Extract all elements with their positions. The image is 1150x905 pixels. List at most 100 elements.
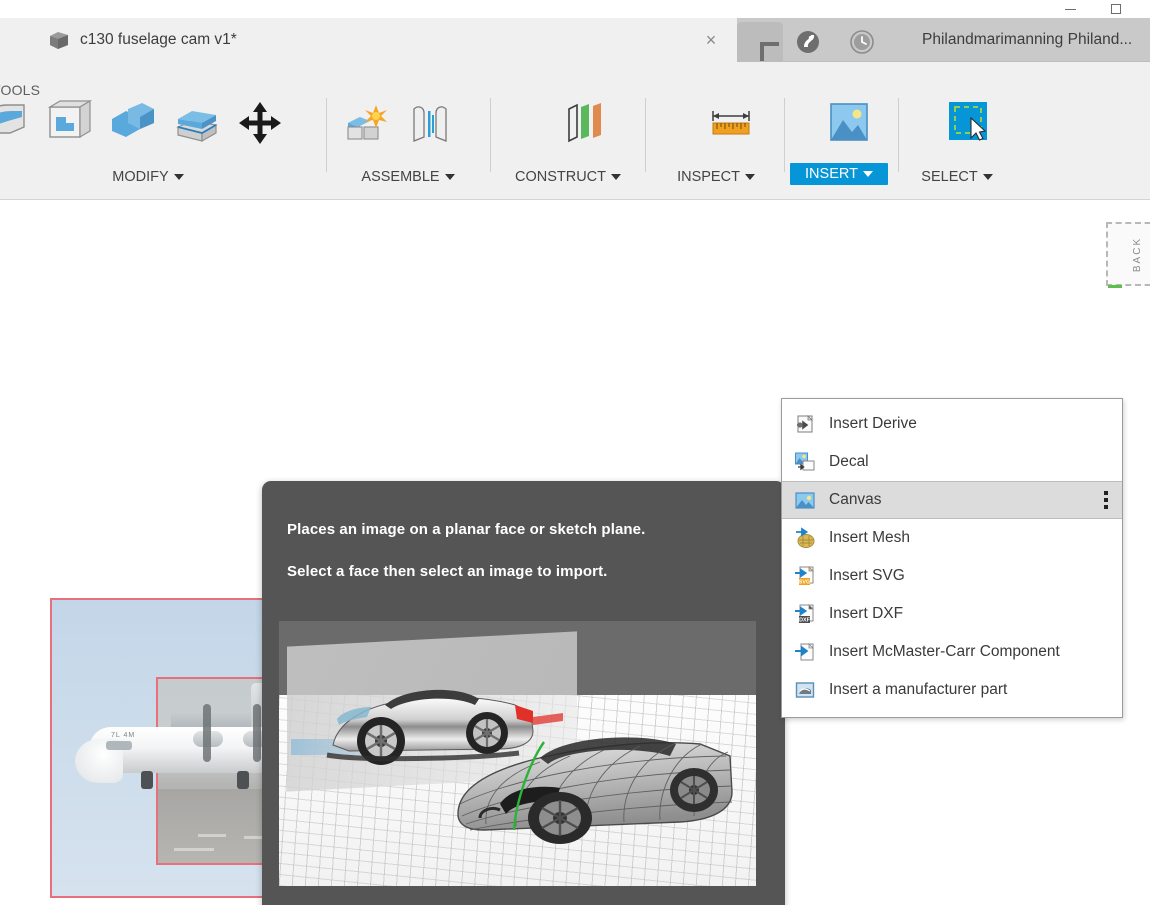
toolbar-label-assemble-text: ASSEMBLE xyxy=(361,169,440,185)
view-cube[interactable]: BACK xyxy=(1106,222,1150,288)
document-title: c130 fuselage cam v1* xyxy=(80,31,237,48)
tooltip-preview-image xyxy=(279,621,756,886)
toolbar-divider xyxy=(326,98,327,172)
toolbar-group-assemble: ASSEMBLE xyxy=(338,94,478,190)
aircraft-landing-gear xyxy=(141,771,153,789)
toolbar-group-insert: INSERT xyxy=(790,94,888,190)
aircraft-cockpit-window xyxy=(106,741,132,750)
insert-manufacturer-part-icon xyxy=(794,679,816,701)
menu-item-decal[interactable]: Decal xyxy=(782,443,1122,481)
menu-item-insert-dxf[interactable]: DXF Insert DXF xyxy=(782,595,1122,633)
insert-mcmaster-icon xyxy=(794,641,816,663)
toolbar-label-construct-text: CONSTRUCT xyxy=(514,169,607,185)
toolbar-label-modify[interactable]: MODIFY xyxy=(0,169,324,185)
fillet-icon[interactable] xyxy=(0,94,32,152)
maximize-icon[interactable] xyxy=(1102,0,1130,18)
toolbar-label-inspect-text: INSPECT xyxy=(677,169,740,185)
canvas-command-tooltip: Places an image on a planar face or sket… xyxy=(262,481,785,905)
view-cube-label: BACK xyxy=(1132,236,1144,272)
toolbar-group-select: SELECT xyxy=(906,94,1008,190)
combine-icon[interactable] xyxy=(104,94,160,152)
menu-item-label: Insert McMaster-Carr Component xyxy=(829,643,1060,660)
insert-dxf-icon: DXF xyxy=(794,603,816,625)
toolbar-divider xyxy=(898,98,899,172)
clock-icon[interactable] xyxy=(846,26,878,58)
menu-item-label: Decal xyxy=(829,453,869,470)
menu-item-label: Insert SVG xyxy=(829,567,905,584)
toolbar-label-insert[interactable]: INSERT xyxy=(790,163,888,185)
tooltip-description-line2: Select a face then select an image to im… xyxy=(287,563,608,580)
chevron-down-icon xyxy=(444,174,455,180)
view-cube-face[interactable]: BACK xyxy=(1106,222,1150,286)
menu-item-insert-manufacturer-part[interactable]: Insert a manufacturer part xyxy=(782,671,1122,709)
tab-bar: c130 fuselage cam v1* × Philandmarimanni… xyxy=(0,18,1150,62)
toolbar-divider xyxy=(784,98,785,172)
toolbar-divider xyxy=(490,98,491,172)
fusion360-window: c130 fuselage cam v1* × Philandmarimanni… xyxy=(0,0,1150,905)
insert-image-icon[interactable] xyxy=(821,94,877,152)
offset-face-icon[interactable] xyxy=(168,94,224,152)
document-tab[interactable]: c130 fuselage cam v1* × xyxy=(0,18,737,62)
design-canvas[interactable]: 7L 4M BACK Places an image on a planar f… xyxy=(0,200,1150,905)
joint-icon[interactable] xyxy=(402,94,458,152)
menu-item-label: Insert a manufacturer part xyxy=(829,681,1008,698)
insert-dropdown-menu[interactable]: Insert Derive Decal Canvas Insert Mesh S… xyxy=(781,398,1123,718)
move-copy-icon[interactable] xyxy=(232,94,288,152)
menu-item-label: Canvas xyxy=(829,491,882,508)
aircraft-propeller xyxy=(203,704,211,762)
chevron-down-icon xyxy=(862,171,873,177)
aircraft-landing-gear xyxy=(237,771,249,789)
menu-item-label: Insert Mesh xyxy=(829,529,910,546)
chevron-down-icon xyxy=(173,174,184,180)
menu-item-insert-mesh[interactable]: Insert Mesh xyxy=(782,519,1122,557)
view-cube-axis-indicator xyxy=(1108,285,1122,288)
runway-marking xyxy=(198,834,226,837)
window-chrome xyxy=(0,0,1150,18)
toolbar-group-inspect: INSPECT xyxy=(658,94,774,190)
svg-text:SVG: SVG xyxy=(799,580,810,586)
fusion-logo-icon[interactable] xyxy=(792,26,824,58)
tooltip-description-line1: Places an image on a planar face or sket… xyxy=(287,521,646,538)
toolbar-label-assemble[interactable]: ASSEMBLE xyxy=(338,169,478,185)
aircraft-livery-text: 7L 4M xyxy=(111,732,136,739)
canvas-icon xyxy=(794,489,816,511)
close-icon[interactable]: × xyxy=(701,30,721,50)
cube-icon xyxy=(48,30,70,50)
new-tab-button[interactable] xyxy=(737,22,783,62)
toolbar-label-construct[interactable]: CONSTRUCT xyxy=(503,169,633,185)
chevron-down-icon xyxy=(611,174,622,180)
new-component-icon[interactable] xyxy=(338,94,394,152)
toolbar-label-modify-text: MODIFY xyxy=(112,169,169,185)
toolbar-label-select-text: SELECT xyxy=(921,169,978,185)
insert-svg-icon: SVG xyxy=(794,565,816,587)
insert-mesh-icon xyxy=(794,527,816,549)
toolbar-group-modify: MODIFY xyxy=(0,94,324,190)
offset-plane-icon[interactable] xyxy=(557,94,613,152)
menu-item-canvas[interactable]: Canvas xyxy=(782,481,1122,519)
svg-text:DXF: DXF xyxy=(799,618,810,624)
minimize-icon[interactable] xyxy=(1056,0,1084,18)
aircraft-propeller xyxy=(253,704,261,762)
menu-item-label: Insert DXF xyxy=(829,605,904,622)
toolbar-group-construct: CONSTRUCT xyxy=(503,94,633,190)
toolbar-label-insert-text: INSERT xyxy=(805,166,858,182)
user-account-label[interactable]: Philandmarimanning Philand... xyxy=(922,31,1132,49)
chevron-down-icon xyxy=(744,174,755,180)
toolbar-label-select[interactable]: SELECT xyxy=(906,169,1008,185)
toolbar-divider xyxy=(645,98,646,172)
menu-item-insert-mcmaster-carr[interactable]: Insert McMaster-Carr Component xyxy=(782,633,1122,671)
decal-icon xyxy=(794,451,816,473)
insert-derive-icon xyxy=(794,413,816,435)
main-toolbar: TOOLS xyxy=(0,62,1150,200)
toolbar-label-inspect[interactable]: INSPECT xyxy=(658,169,774,185)
menu-item-insert-derive[interactable]: Insert Derive xyxy=(782,405,1122,443)
menu-item-insert-svg[interactable]: SVG Insert SVG xyxy=(782,557,1122,595)
select-cursor-icon[interactable] xyxy=(940,94,996,152)
menu-item-label: Insert Derive xyxy=(829,415,917,432)
measure-icon[interactable] xyxy=(703,94,759,152)
shell-icon[interactable] xyxy=(40,94,96,152)
chevron-down-icon xyxy=(982,174,993,180)
preview-mesh-car xyxy=(457,737,733,844)
runway-marking xyxy=(174,848,214,851)
overflow-menu-icon[interactable] xyxy=(1104,491,1108,509)
